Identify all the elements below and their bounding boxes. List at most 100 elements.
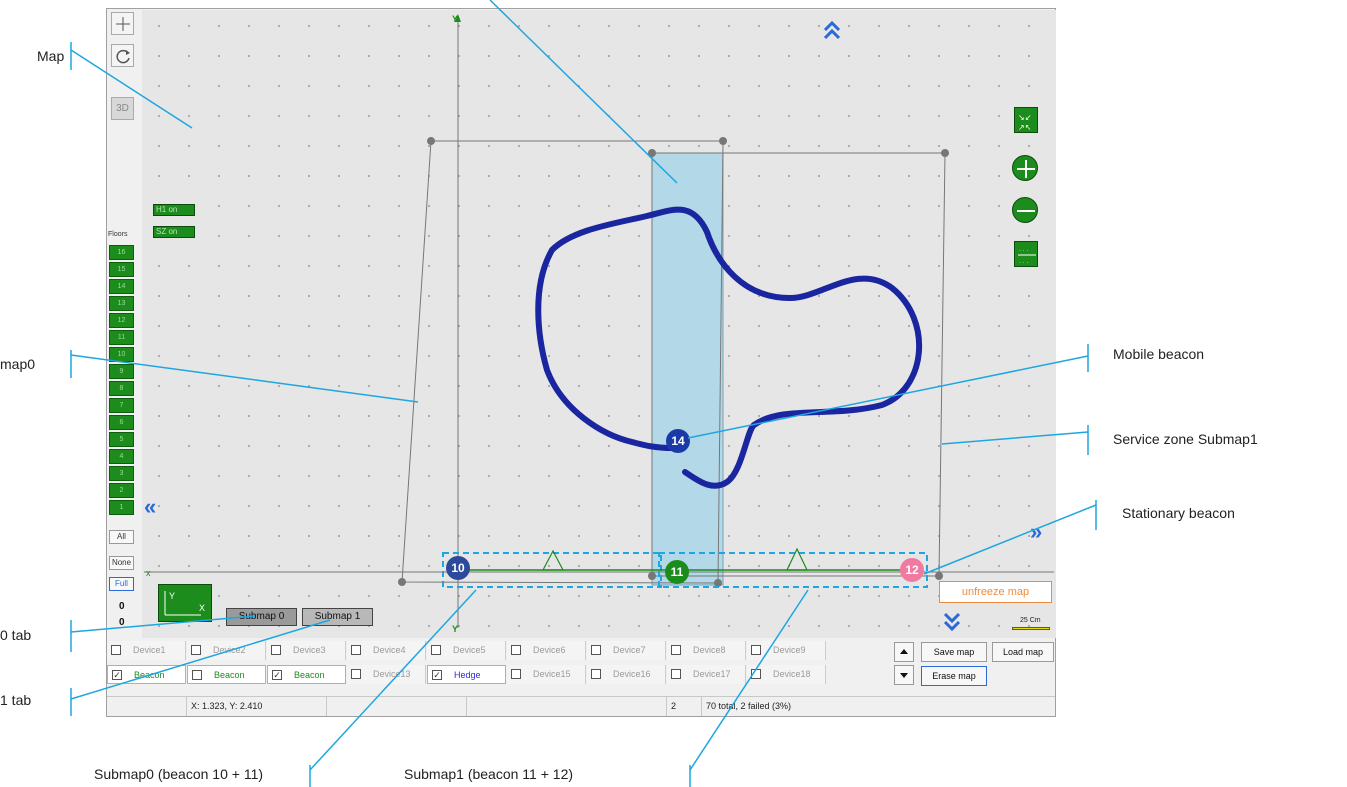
fit-to-screen-button[interactable]: ↘↙ ↗↖: [1014, 107, 1038, 133]
device-checkbox[interactable]: [751, 669, 761, 679]
pan-left-icon[interactable]: «: [144, 496, 156, 518]
beacon-14-marker[interactable]: 14: [666, 429, 690, 453]
device-toggle[interactable]: ✓ Beacon: [267, 665, 346, 684]
device-toggle[interactable]: Device17: [667, 665, 746, 684]
floor-button[interactable]: 7: [109, 398, 134, 413]
device-toggle[interactable]: Device13: [347, 665, 426, 684]
floor-button[interactable]: 8: [109, 381, 134, 396]
device-checkbox[interactable]: [591, 669, 601, 679]
floor-button[interactable]: 15: [109, 262, 134, 277]
floor-button[interactable]: 16: [109, 245, 134, 260]
status-cell-blank-2: [467, 697, 667, 716]
zoom-out-icon[interactable]: [1012, 197, 1038, 223]
save-map-button[interactable]: Save map: [921, 642, 987, 662]
unfreeze-map-button[interactable]: unfreeze map: [939, 581, 1052, 603]
device-checkbox[interactable]: [111, 645, 121, 655]
device-checkbox[interactable]: [271, 645, 281, 655]
device-toggle[interactable]: Device1: [107, 641, 186, 660]
device-checkbox[interactable]: [351, 645, 361, 655]
device-scroll-up-button[interactable]: [894, 642, 914, 662]
map-canvas[interactable]: x 10 11 12 14 Y Y H1 on SZ on « » YX unf…: [142, 10, 1056, 638]
device-label: Device18: [773, 669, 811, 679]
floor-value-top: 0: [119, 601, 125, 612]
floor-button[interactable]: 14: [109, 279, 134, 294]
svg-text:X: X: [199, 603, 205, 613]
floor-button[interactable]: 11: [109, 330, 134, 345]
device-checkbox[interactable]: ✓: [112, 670, 122, 680]
floor-button[interactable]: 12: [109, 313, 134, 328]
device-toggle[interactable]: Device2: [187, 641, 266, 660]
floor-button[interactable]: 9: [109, 364, 134, 379]
three-d-button[interactable]: 3D: [111, 97, 134, 120]
device-toggle[interactable]: Device7: [587, 641, 666, 660]
device-checkbox[interactable]: [431, 645, 441, 655]
device-toggle[interactable]: Device9: [747, 641, 826, 660]
svg-text:· · ·: · · ·: [1019, 248, 1028, 254]
grid-toggle-button[interactable]: · · · · · ·: [1014, 241, 1038, 267]
floors-none-button[interactable]: None: [109, 556, 134, 570]
device-toggle[interactable]: Device4: [347, 641, 426, 660]
device-checkbox[interactable]: [671, 669, 681, 679]
floor-button[interactable]: 10: [109, 347, 134, 362]
device-checkbox[interactable]: [671, 645, 681, 655]
floors-full-button[interactable]: Full: [109, 577, 134, 591]
zoom-in-icon[interactable]: [1012, 155, 1038, 181]
device-scroll-down-button[interactable]: [894, 665, 914, 685]
device-toggle[interactable]: Device18: [747, 665, 826, 684]
status-count: 2: [667, 697, 702, 716]
floor-value-bottom: 0: [119, 617, 125, 628]
status-summary: 70 total, 2 failed (3%): [702, 697, 1055, 716]
device-label: Device2: [213, 645, 246, 655]
device-toggle[interactable]: Device8: [667, 641, 746, 660]
load-map-button[interactable]: Load map: [992, 642, 1054, 662]
floor-button[interactable]: 4: [109, 449, 134, 464]
device-toggle[interactable]: ✓ Beacon: [107, 665, 186, 684]
device-toggle[interactable]: Device16: [587, 665, 666, 684]
tab-submap1-label: Submap 1: [314, 611, 361, 622]
device-checkbox[interactable]: [191, 645, 201, 655]
beacon-10-marker[interactable]: 10: [446, 556, 470, 580]
sz-toggle-label: SZ on: [156, 227, 178, 236]
h1-toggle[interactable]: H1 on: [153, 204, 195, 216]
sz-toggle[interactable]: SZ on: [153, 226, 195, 238]
pan-down-icon[interactable]: [942, 608, 962, 636]
device-checkbox[interactable]: [751, 645, 761, 655]
floor-button[interactable]: 6: [109, 415, 134, 430]
floor-button[interactable]: 2: [109, 483, 134, 498]
erase-map-button[interactable]: Erase map: [921, 666, 987, 686]
device-checkbox[interactable]: ✓: [272, 670, 282, 680]
device-label: Hedge: [454, 670, 481, 680]
device-checkbox[interactable]: [511, 645, 521, 655]
floor-button[interactable]: 3: [109, 466, 134, 481]
left-toolbar: 3D Floors 16 15 14 13 12 11 10 9 8 7 6 5 4 3 2 1 All No…: [107, 9, 137, 637]
floors-none-label: None: [111, 558, 132, 567]
floor-button[interactable]: 1: [109, 500, 134, 515]
floors-label: Floors: [108, 231, 128, 238]
tab-submap1[interactable]: Submap 1: [302, 608, 373, 626]
device-checkbox[interactable]: [192, 670, 202, 680]
floor-button[interactable]: 5: [109, 432, 134, 447]
device-toggle[interactable]: Beacon: [187, 665, 266, 684]
device-checkbox[interactable]: [351, 669, 361, 679]
device-checkbox[interactable]: [591, 645, 601, 655]
device-toggle[interactable]: Device3: [267, 641, 346, 660]
beacon-11-marker[interactable]: 11: [665, 560, 689, 584]
add-point-icon[interactable]: [111, 12, 134, 35]
device-toggle[interactable]: Device5: [427, 641, 506, 660]
pan-up-icon[interactable]: [822, 16, 842, 44]
device-toggle[interactable]: Device6: [507, 641, 586, 660]
device-checkbox[interactable]: [511, 669, 521, 679]
tab-submap0[interactable]: Submap 0: [226, 608, 297, 626]
device-label: Beacon: [214, 670, 245, 680]
erase-map-label: Erase map: [932, 671, 976, 681]
floors-all-button[interactable]: All: [109, 530, 134, 544]
device-checkbox[interactable]: ✓: [432, 670, 442, 680]
beacon-12-marker[interactable]: 12: [900, 558, 924, 582]
device-label: Device16: [613, 669, 651, 679]
pan-right-icon[interactable]: »: [1030, 521, 1042, 543]
annotation-stationary-beacon: Stationary beacon: [1122, 505, 1235, 521]
device-toggle[interactable]: ✓ Hedge: [427, 665, 506, 684]
floor-button[interactable]: 13: [109, 296, 134, 311]
device-toggle[interactable]: Device15: [507, 665, 586, 684]
rotate-icon[interactable]: [111, 44, 134, 67]
